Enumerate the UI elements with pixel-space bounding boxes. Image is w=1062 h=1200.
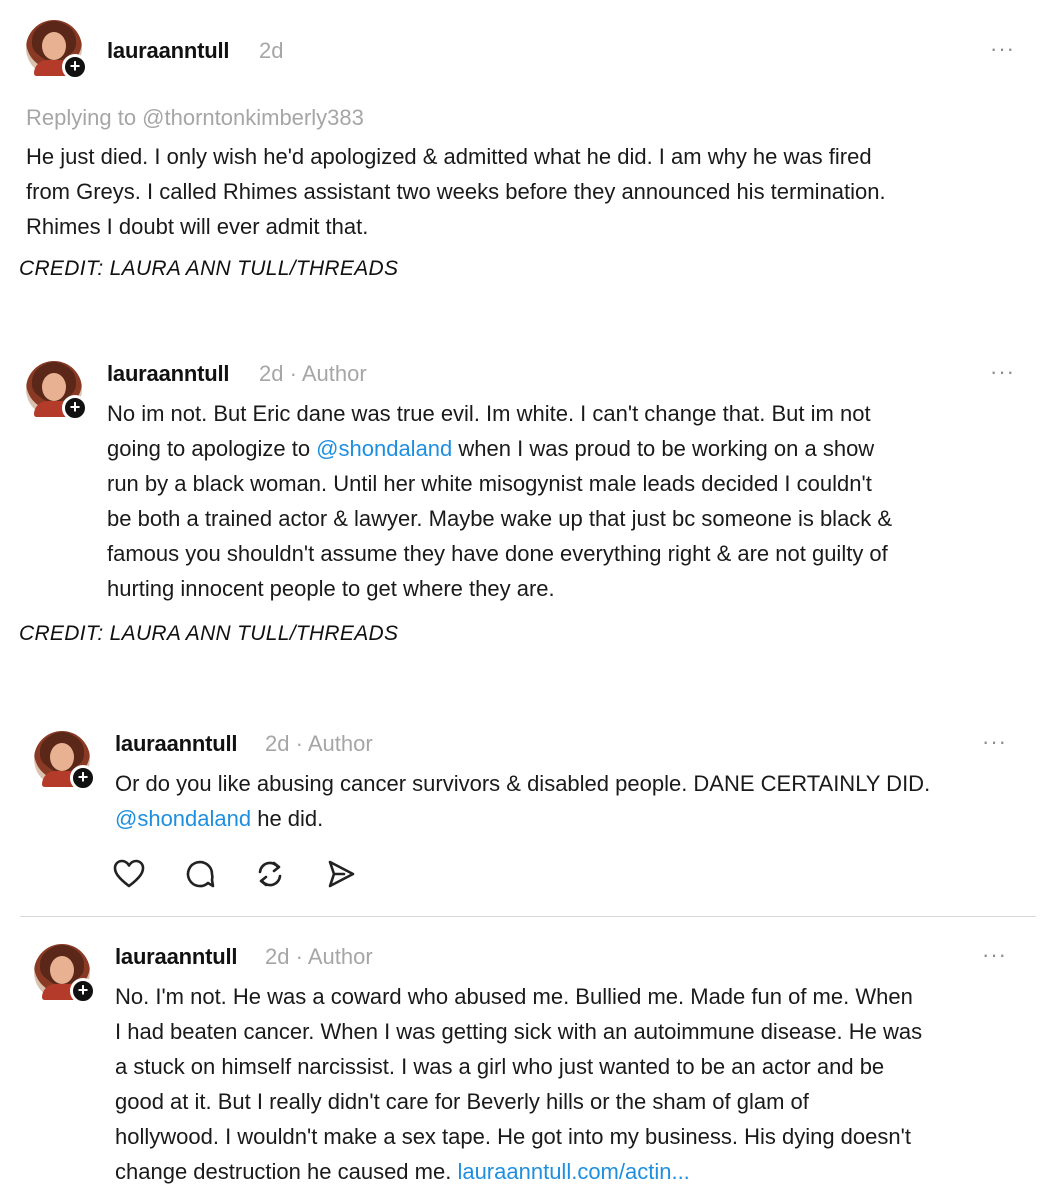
post-text: He just died. I only wish he'd apologize… bbox=[26, 144, 886, 239]
heart-icon[interactable] bbox=[113, 859, 145, 889]
more-options-icon[interactable]: ··· bbox=[990, 359, 1015, 385]
post-text: No. I'm not. He was a coward who abused … bbox=[115, 984, 923, 1184]
divider bbox=[20, 916, 1036, 917]
timestamp: 2d · Author bbox=[259, 361, 367, 386]
image-credit: CREDIT: LAURA ANN TULL/THREADS bbox=[19, 257, 399, 280]
timestamp: 2d bbox=[259, 38, 284, 63]
username[interactable]: lauraanntull bbox=[107, 361, 229, 387]
mention-link[interactable]: @shondaland bbox=[115, 806, 251, 831]
more-options-icon[interactable]: ··· bbox=[982, 942, 1007, 968]
more-options-icon[interactable]: ··· bbox=[990, 36, 1015, 62]
timestamp: 2d · Author bbox=[265, 944, 373, 969]
repost-icon[interactable] bbox=[254, 858, 286, 890]
image-credit: CREDIT: LAURA ANN TULL/THREADS bbox=[19, 622, 399, 645]
follow-plus-icon[interactable]: + bbox=[62, 54, 88, 80]
timestamp: 2d · Author bbox=[265, 731, 373, 756]
author-tag: · Author bbox=[289, 361, 367, 386]
replying-to[interactable]: Replying to @thorntonkimberly383 bbox=[26, 105, 364, 131]
more-options-icon[interactable]: ··· bbox=[982, 729, 1007, 755]
author-tag: · Author bbox=[295, 944, 373, 969]
avatar[interactable]: + bbox=[34, 944, 96, 1004]
comment-icon[interactable] bbox=[184, 858, 216, 890]
username[interactable]: lauraanntull bbox=[115, 944, 237, 970]
follow-plus-icon[interactable]: + bbox=[70, 765, 96, 791]
post-text: Or do you like abusing cancer survivors … bbox=[115, 771, 931, 831]
share-icon[interactable] bbox=[326, 859, 356, 889]
follow-plus-icon[interactable]: + bbox=[62, 395, 88, 421]
avatar[interactable]: + bbox=[34, 731, 96, 791]
username[interactable]: lauraanntull bbox=[115, 731, 237, 757]
author-tag: · Author bbox=[295, 731, 373, 756]
mention-link[interactable]: @shondaland bbox=[316, 436, 452, 461]
follow-plus-icon[interactable]: + bbox=[70, 978, 96, 1004]
external-link[interactable]: lauraanntull.com/actin... bbox=[457, 1159, 689, 1184]
post-text: No im not. But Eric dane was true evil. … bbox=[107, 401, 893, 601]
avatar[interactable]: + bbox=[26, 361, 88, 421]
username[interactable]: lauraanntull bbox=[107, 38, 229, 64]
avatar[interactable]: + bbox=[26, 20, 88, 80]
